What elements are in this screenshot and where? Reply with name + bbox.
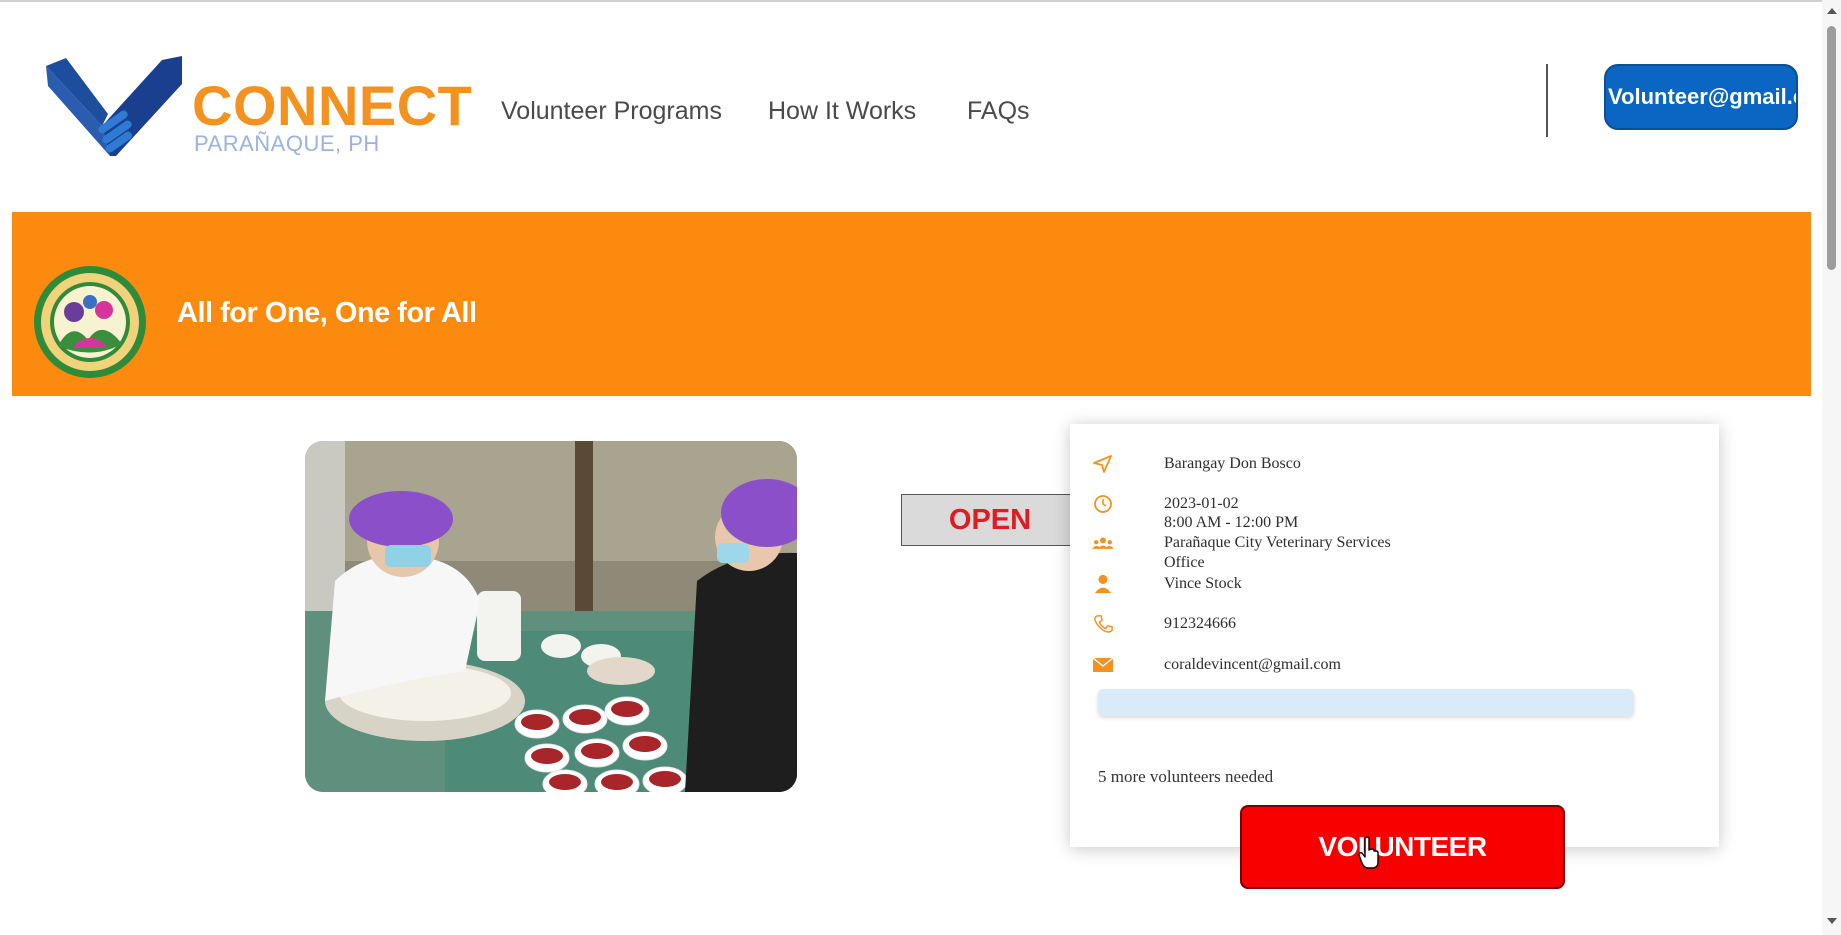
city-nutrition-office-seal-icon xyxy=(34,266,146,378)
hand-cursor-icon xyxy=(1358,836,1379,869)
event-date: 2023-01-02 xyxy=(1164,495,1239,512)
event-time: 8:00 AM - 12:00 PM xyxy=(1164,514,1299,531)
event-organization-line2: Office xyxy=(1164,554,1205,571)
clock-icon xyxy=(1094,495,1112,513)
account-button[interactable]: Volunteer@gmail.com xyxy=(1604,64,1798,130)
scroll-up-arrow-icon[interactable] xyxy=(1827,8,1837,14)
contact-phone: 912324666 xyxy=(1164,615,1236,632)
nav-volunteer-programs[interactable]: Volunteer Programs xyxy=(501,96,722,126)
banner-title: All for One, One for All xyxy=(177,297,477,329)
window-top-border xyxy=(0,0,1841,2)
location-arrow-icon xyxy=(1093,455,1112,473)
status-badge: OPEN xyxy=(901,494,1079,546)
event-location: Barangay Don Bosco xyxy=(1164,455,1301,472)
event-photo xyxy=(305,441,797,792)
volunteer-progress-bar xyxy=(1098,689,1634,716)
event-organization: Parañaque City Veterinary Services xyxy=(1164,534,1391,551)
volunteer-button[interactable]: VOLUNTEER xyxy=(1240,805,1565,889)
contact-person: Vince Stock xyxy=(1164,575,1242,592)
nav-how-it-works[interactable]: How It Works xyxy=(768,96,916,126)
connect-logo-icon[interactable] xyxy=(46,56,182,166)
scrollbar-thumb[interactable] xyxy=(1827,26,1836,270)
brand-location: PARAÑAQUE, PH xyxy=(194,131,380,156)
nav-divider xyxy=(1546,64,1548,137)
event-details-card: Barangay Don Bosco 2023-01-02 8:00 AM - … xyxy=(1070,424,1719,847)
brand-name[interactable]: CONNECT xyxy=(192,76,472,136)
envelope-icon xyxy=(1092,657,1114,672)
scroll-down-arrow-icon[interactable] xyxy=(1827,918,1837,924)
vertical-scrollbar[interactable] xyxy=(1822,0,1841,935)
organization-banner: All for One, One for All xyxy=(12,212,1811,396)
volunteers-needed-text: 5 more volunteers needed xyxy=(1098,767,1274,786)
group-icon xyxy=(1092,537,1114,549)
phone-icon xyxy=(1094,615,1113,633)
nav-faqs[interactable]: FAQs xyxy=(967,96,1030,126)
person-icon xyxy=(1094,574,1112,594)
contact-email[interactable]: coraldevincent@gmail.com xyxy=(1164,655,1341,674)
